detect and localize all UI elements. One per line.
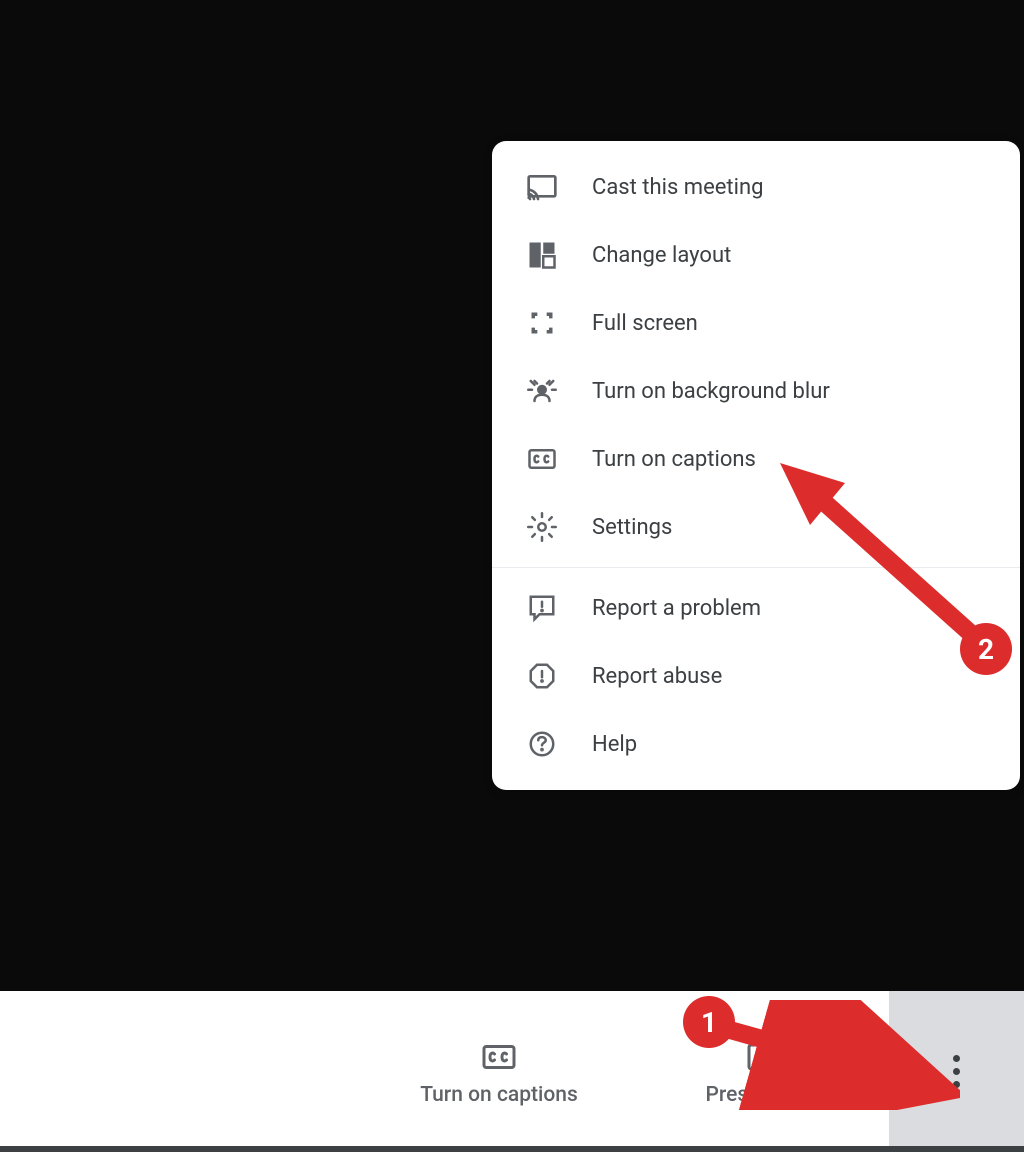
captions-button-label: Turn on captions [420,1083,578,1107]
menu-item-fullscreen[interactable]: Full screen [492,289,1020,357]
menu-item-label: Cast this meeting [592,175,763,200]
settings-icon [526,511,558,543]
annotation-badge-2: 2 [960,623,1012,675]
bottom-divider [0,1146,1024,1152]
menu-item-layout[interactable]: Change layout [492,221,1020,289]
menu-item-label: Change layout [592,243,731,268]
menu-item-label: Full screen [592,311,698,336]
captions-button[interactable]: Turn on captions [359,991,639,1152]
fullscreen-icon [526,307,558,339]
cast-icon [526,171,558,203]
captions-icon [481,1037,517,1077]
blur-icon [526,375,558,407]
menu-item-blur[interactable]: Turn on background blur [492,357,1020,425]
help-icon [526,728,558,760]
menu-item-label: Turn on background blur [592,379,830,404]
report-abuse-icon [526,660,558,692]
captions-icon [526,443,558,475]
layout-icon [526,239,558,271]
menu-item-label: Report abuse [592,664,722,689]
annotation-badge-1: 1 [683,996,735,1048]
menu-item-label: Settings [592,515,672,540]
menu-item-label: Report a problem [592,596,761,621]
report-problem-icon [526,592,558,624]
menu-item-help[interactable]: Help [492,710,1020,778]
menu-item-label: Help [592,732,637,757]
menu-item-label: Turn on captions [592,447,756,472]
menu-item-cast[interactable]: Cast this meeting [492,153,1020,221]
annotation-arrow-1 [700,1000,960,1110]
